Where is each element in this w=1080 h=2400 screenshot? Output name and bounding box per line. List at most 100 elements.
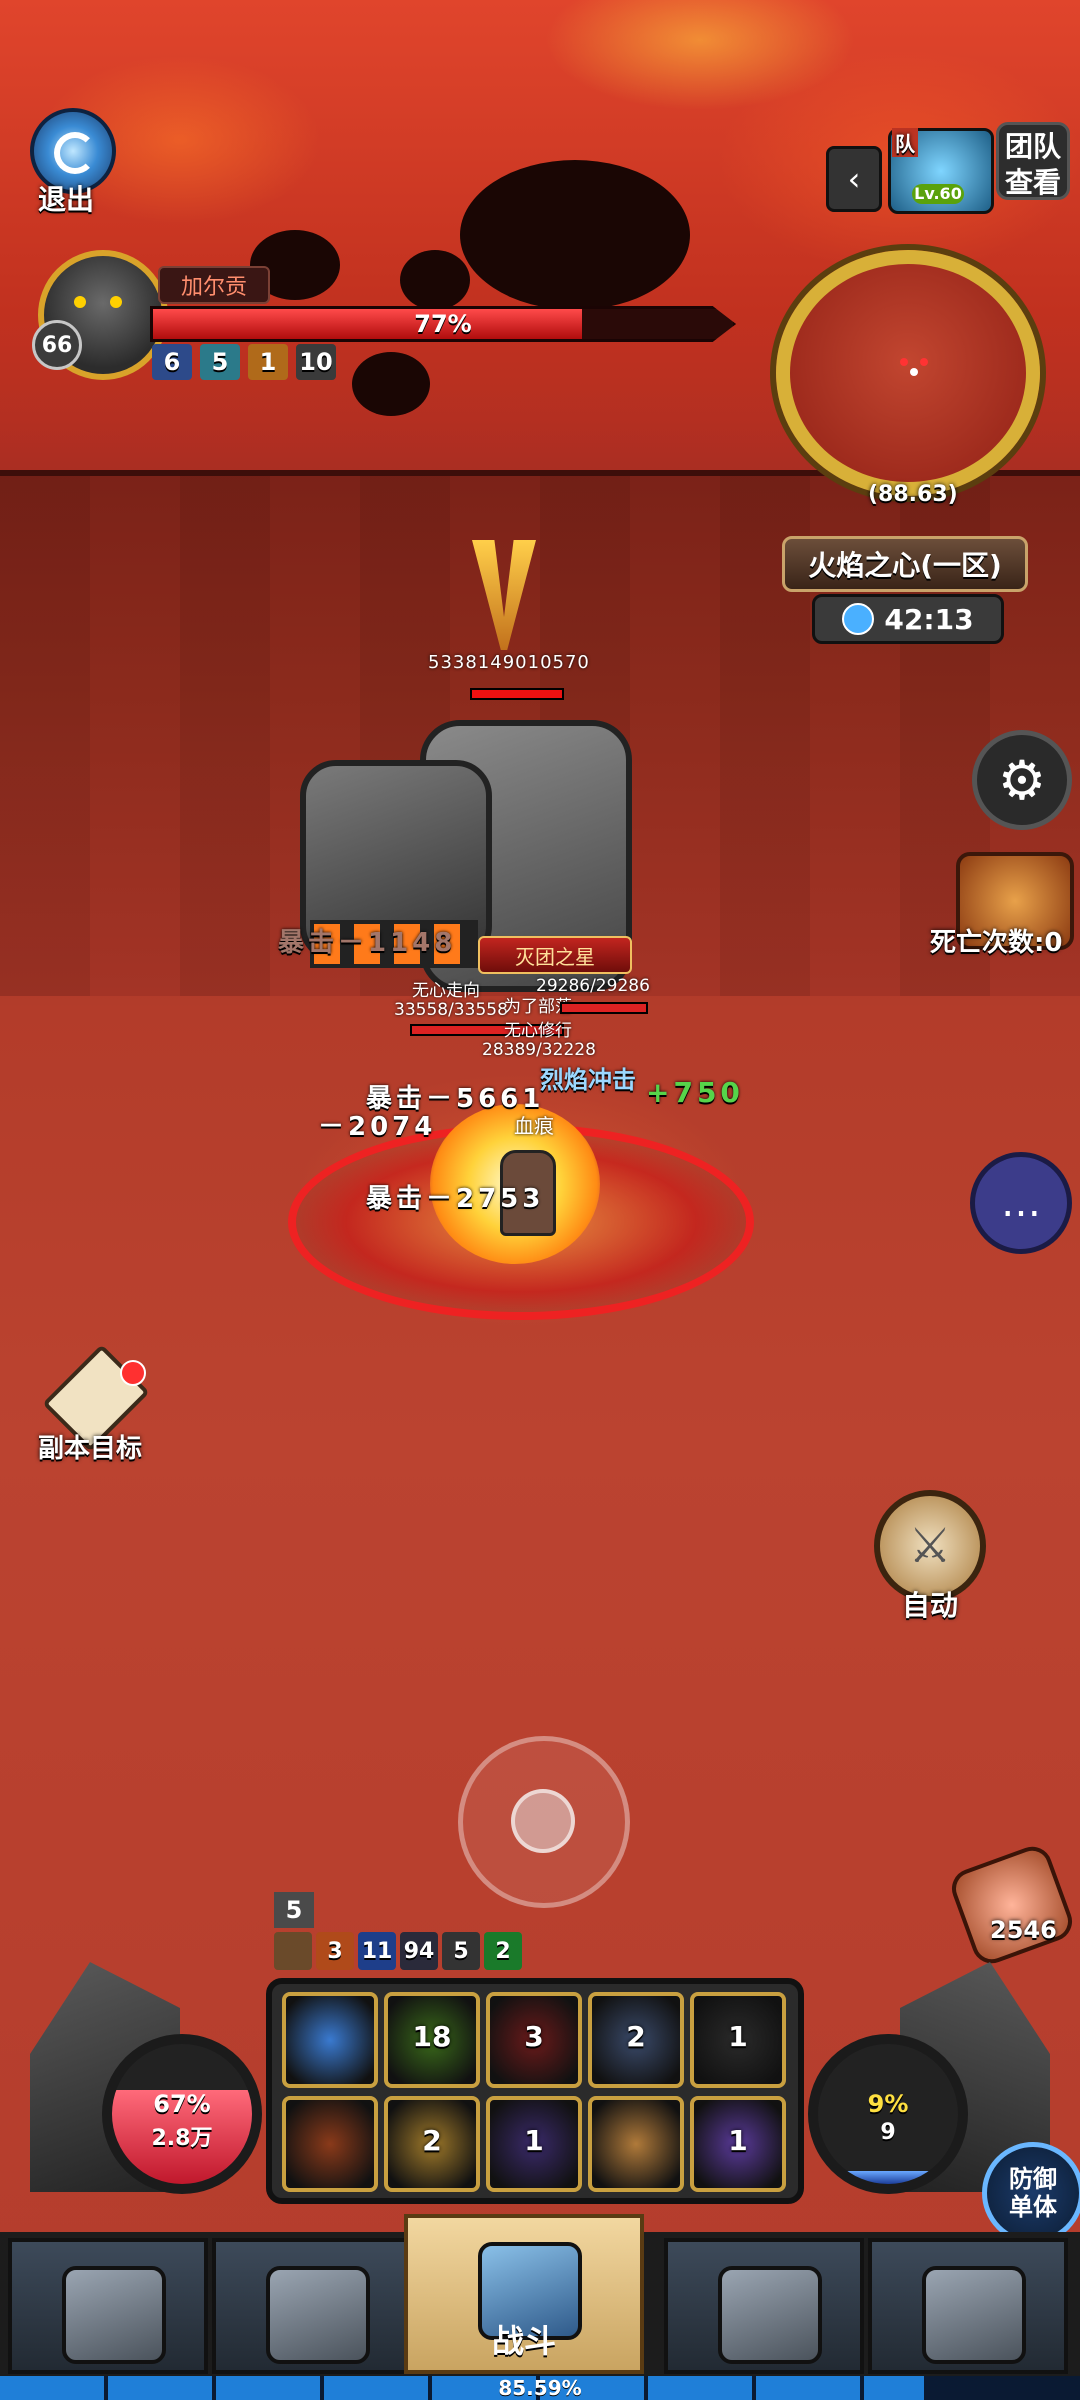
buff-stack-icon: 5	[442, 1932, 480, 1970]
crater	[400, 250, 470, 310]
zone-name: 火焰之心(一区)	[782, 536, 1028, 592]
quest-label: 副本目标	[38, 1434, 143, 1464]
castle-icon	[922, 2266, 1026, 2364]
stone-rune-icon	[62, 2266, 166, 2364]
exp-bar: 85.59%	[0, 2376, 1080, 2400]
shadow-icon[interactable]: 1	[690, 1992, 786, 2088]
boss-buff-icon: 1	[248, 344, 288, 380]
minimap-marker	[910, 368, 918, 376]
skill-charge-count: 1	[728, 2020, 748, 2053]
clock-icon	[842, 603, 875, 635]
beast-icon[interactable]	[282, 2096, 378, 2192]
skill-charge-count: 3	[524, 2020, 544, 2053]
floating-crit-grey: 暴击－1148	[278, 928, 457, 958]
shield-icon[interactable]	[282, 1992, 378, 2088]
floating-heal: +750	[646, 1076, 744, 1109]
hp-orb-value: 2.8万	[151, 2126, 213, 2151]
chat-bubble-icon[interactable]: …	[970, 1152, 1072, 1254]
boss-buff-list: 6 5 1 10	[152, 344, 336, 380]
exp-percent: 85.59%	[498, 2376, 582, 2400]
boss-hp-bar: 77%	[150, 306, 736, 342]
flame-fist-icon[interactable]: 18	[384, 1992, 480, 2088]
party-member-hp: 33558/33558	[394, 1000, 508, 1020]
boss-level-badge: 66	[32, 320, 82, 370]
buff-stack-icon: 3	[316, 1932, 354, 1970]
boss-buff-icon: 5	[200, 344, 240, 380]
mirror-icon[interactable]: 1	[690, 2096, 786, 2192]
floating-skill-name: 烈焰冲击	[540, 1066, 636, 1094]
buff-stack-icon: 11	[358, 1932, 396, 1970]
tab-temple[interactable]	[664, 2238, 864, 2374]
minimap-marker	[900, 358, 908, 366]
skill-charge-count: 2	[626, 2020, 646, 2053]
mp-orb-percent: 9%	[867, 2090, 909, 2118]
gear-icon[interactable]: ⚙	[972, 730, 1072, 830]
tab-label: 战斗	[491, 2322, 556, 2360]
death-count: 死亡次数:0	[930, 928, 1063, 958]
buff-stack-row: 3 11 94 5 2	[274, 1932, 522, 1970]
temple-icon	[718, 2266, 822, 2364]
exit-label: 退出	[38, 183, 95, 216]
buff-stack-icon: 2	[484, 1932, 522, 1970]
buff-stack-icon: 94	[400, 1932, 438, 1970]
hp-orb-percent: 67%	[153, 2090, 211, 2118]
floating-status: 血痕	[514, 1114, 554, 1138]
crater	[460, 160, 690, 310]
minimap[interactable]	[758, 250, 1058, 510]
crater	[352, 352, 430, 416]
skill-panel: 18 3 2 1 2 1 1	[266, 1978, 804, 2204]
skill-charge-count: 1	[728, 2124, 748, 2157]
notification-dot	[120, 1360, 146, 1386]
floating-crit: 暴击－2753	[366, 1184, 545, 1214]
mp-orb: 9% 9	[808, 2034, 968, 2194]
boss-hp-percent: 77%	[414, 310, 472, 338]
claw-icon[interactable]: 3	[486, 1992, 582, 2088]
chevron-left-icon[interactable]: ‹	[826, 146, 882, 212]
timer-value: 42:13	[884, 602, 974, 636]
boss-name: 加尔贡	[158, 266, 270, 304]
skill-charge-count: 2	[422, 2124, 442, 2157]
defense-mode-button[interactable]: 防御 单体	[982, 2142, 1080, 2244]
tab-stone-rune[interactable]	[8, 2238, 208, 2374]
virtual-joystick[interactable]	[458, 1736, 630, 1908]
minimap-coordinate: (88.63)	[868, 482, 958, 507]
tab-battle-emblem[interactable]: 战斗	[404, 2214, 644, 2374]
boss-buff-icon: 10	[296, 344, 336, 380]
boss-hp-numbers: 5338149010570	[428, 652, 590, 673]
team-view-line2: 查看	[1004, 166, 1061, 199]
defense-line2: 单体	[1009, 2193, 1057, 2221]
hp-orb: 67% 2.8万	[102, 2034, 262, 2194]
party-member-hp: 28389/32228	[482, 1040, 596, 1060]
buff-stack-icon	[274, 1932, 312, 1970]
team-view-line1: 团队	[1004, 130, 1061, 163]
minimap-marker	[920, 358, 928, 366]
floating-damage: －2074	[318, 1112, 437, 1142]
food-count: 2546	[990, 1916, 1057, 1944]
hooded-mage-icon	[266, 2266, 370, 2364]
team-tag: 队	[892, 128, 918, 157]
golem-icon[interactable]	[588, 2096, 684, 2192]
party-hp-bar	[560, 1002, 648, 1014]
title-tag: 灭团之星	[478, 936, 632, 974]
golden-shield-icon[interactable]: 2	[384, 2096, 480, 2192]
tab-castle[interactable]	[868, 2238, 1068, 2374]
skill-charge-count: 1	[524, 2124, 544, 2157]
winged-blade-icon[interactable]: 2	[588, 1992, 684, 2088]
boss-buff-icon: 6	[152, 344, 192, 380]
dark-slash-icon[interactable]: 1	[486, 2096, 582, 2192]
team-level: Lv.60	[912, 184, 964, 204]
skill-charge-count: 18	[412, 2020, 452, 2053]
stack-count-top: 5	[274, 1892, 314, 1928]
boss-portrait-frame[interactable]: 66	[32, 240, 168, 380]
minimap-ring	[776, 250, 1040, 496]
mp-orb-value: 9	[880, 2120, 896, 2145]
party-member-name: 无心修行	[504, 1021, 572, 1041]
boss-overhead-hp-bar	[470, 688, 564, 700]
tab-hooded-mage[interactable]	[212, 2238, 412, 2374]
team-view-button[interactable]: 团队 查看	[996, 122, 1070, 200]
mp-orb-fill	[818, 2171, 958, 2184]
dungeon-timer: 42:13	[812, 594, 1004, 644]
party-member-name: 无心走向	[412, 981, 480, 1001]
auto-label: 自动	[902, 1589, 959, 1622]
defense-line1: 防御	[1009, 2165, 1057, 2193]
